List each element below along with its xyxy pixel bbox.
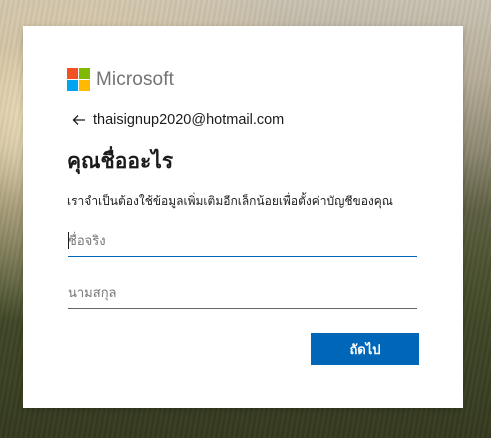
logo-square-blue <box>67 80 78 91</box>
logo-square-red <box>67 68 78 79</box>
identity-email: thaisignup2020@hotmail.com <box>93 112 285 128</box>
next-button[interactable]: ถัดไป <box>311 333 419 365</box>
logo-square-green <box>79 68 90 79</box>
page-title: คุณชื่ออะไร <box>67 149 174 173</box>
microsoft-logo: Microsoft <box>67 68 174 91</box>
text-caret <box>68 232 69 249</box>
first-name-input[interactable] <box>68 226 417 257</box>
microsoft-logo-icon <box>67 68 90 91</box>
last-name-input[interactable] <box>68 278 417 309</box>
arrow-left-icon[interactable] <box>71 112 87 128</box>
logo-wordmark: Microsoft <box>96 68 174 90</box>
logo-square-yellow <box>79 80 90 91</box>
signup-card: Microsoft thaisignup2020@hotmail.com คุณ… <box>23 26 463 408</box>
identity-banner: thaisignup2020@hotmail.com <box>71 112 284 128</box>
page-description: เราจำเป็นต้องใช้ข้อมูลเพิ่มเติมอีกเล็กน้… <box>67 194 393 208</box>
